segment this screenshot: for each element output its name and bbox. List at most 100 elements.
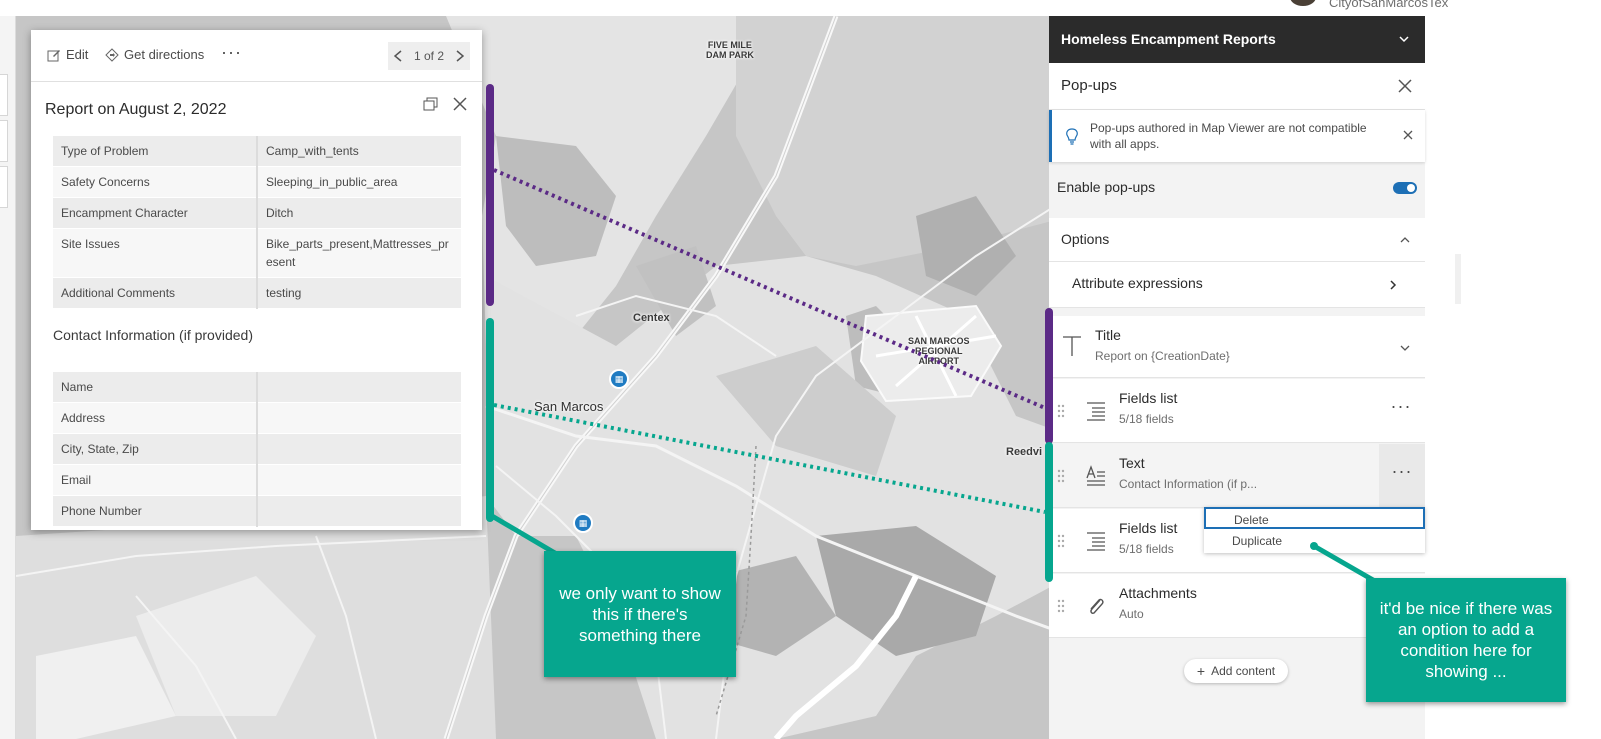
fields-list-icon (1087, 532, 1105, 551)
more-actions-icon[interactable]: ··· (221, 42, 242, 63)
map-label-reedville: Reedvi (1006, 446, 1043, 458)
toolbar-tab[interactable] (0, 74, 8, 116)
map-label-five-mile-dam-park: FIVE MILE DAM PARK (706, 40, 754, 60)
table-row: City, State, Zip (53, 433, 461, 465)
avatar[interactable] (1290, 0, 1316, 6)
enable-popups-toggle[interactable] (1393, 182, 1417, 194)
delete-menu-item[interactable]: Delete (1204, 507, 1425, 529)
title-text-icon (1063, 336, 1081, 356)
attribute-expressions-row[interactable]: Attribute expressions (1049, 262, 1425, 308)
map-label-san-marcos: San Marcos (534, 399, 604, 414)
compatibility-notice: Pop-ups authored in Map Viewer are not c… (1049, 110, 1425, 162)
field-label: Type of Problem (53, 136, 258, 167)
field-value (257, 433, 461, 465)
chevron-right-icon[interactable] (1387, 279, 1399, 291)
field-label: Email (53, 464, 258, 496)
close-icon[interactable] (452, 96, 468, 112)
enable-popups-label: Enable pop-ups (1057, 179, 1156, 195)
field-label: Site Issues (53, 228, 258, 278)
duplicate-menu-item[interactable]: Duplicate (1204, 530, 1425, 552)
drag-handle-icon[interactable] (1057, 598, 1065, 614)
feature-popup: Edit Get directions ··· 1 of 2 Report on… (31, 30, 482, 530)
attribute-expressions-label: Attribute expressions (1072, 275, 1203, 291)
options-section-header[interactable]: Options (1049, 218, 1425, 262)
top-bar: CityofSanMarcosTex (0, 0, 1601, 16)
toolbar-block (1455, 254, 1461, 304)
annotation-callout-right: it'd be nice if there was an option to a… (1366, 578, 1566, 702)
layer-header[interactable]: Homeless Encampment Reports (1049, 16, 1425, 63)
fields-list-icon (1087, 402, 1105, 421)
edit-icon (47, 49, 60, 61)
plus-icon: + (1196, 663, 1206, 679)
left-toolbar-edge (0, 16, 16, 739)
field-value: Sleeping_in_public_area (257, 166, 461, 198)
user-name[interactable]: CityofSanMarcosTex (1329, 0, 1448, 10)
pagination: 1 of 2 (388, 42, 470, 70)
drag-handle-icon[interactable] (1057, 403, 1065, 419)
field-label: Name (53, 372, 258, 403)
directions-icon (105, 47, 119, 62)
add-content-button[interactable]: + Add content (1184, 659, 1288, 683)
element-subtitle: 5/18 fields (1119, 412, 1174, 426)
field-value: Ditch (257, 197, 461, 229)
toolbar-tab[interactable] (0, 166, 8, 208)
get-directions-label: Get directions (124, 47, 205, 62)
field-label: Address (53, 402, 258, 434)
field-label: Phone Number (53, 495, 258, 527)
table-row: Type of Problem Camp_with_tents (53, 136, 461, 167)
element-name: Title (1095, 327, 1121, 343)
popups-panel-header: Pop-ups (1049, 63, 1425, 110)
report-marker-icon[interactable]: ▦ (609, 369, 629, 389)
edit-button[interactable]: Edit (47, 47, 88, 62)
edit-label: Edit (66, 47, 89, 62)
toolbar-tab[interactable] (0, 120, 8, 162)
previous-feature-icon[interactable] (394, 50, 402, 62)
field-label: Encampment Character (53, 197, 258, 229)
field-value: testing (257, 277, 461, 309)
chevron-down-icon[interactable] (1397, 32, 1411, 46)
chevron-up-icon[interactable] (1399, 234, 1411, 246)
drag-handle-icon[interactable] (1057, 468, 1065, 484)
popup-title: Report on August 2, 2022 (45, 101, 227, 118)
popup-action-bar: Edit Get directions ··· 1 of 2 (31, 30, 482, 82)
table-row: Email (53, 464, 461, 496)
map-label-airport: SAN MARCOS REGIONAL AIRPORT (908, 336, 970, 366)
field-value (257, 464, 461, 496)
element-subtitle: Contact Information (if p... (1119, 477, 1258, 491)
panel-title: Pop-ups (1061, 77, 1117, 94)
text-element[interactable]: Text Contact Information (if p... ··· (1049, 444, 1425, 508)
element-name: Attachments (1119, 585, 1197, 601)
more-options-icon[interactable]: ··· (1379, 444, 1425, 508)
enable-popups-row: Enable pop-ups (1049, 170, 1425, 210)
text-content-icon (1086, 465, 1105, 486)
paperclip-icon (1090, 598, 1104, 614)
element-subtitle: Auto (1119, 607, 1144, 621)
report-marker-icon[interactable]: ▦ (573, 513, 593, 533)
annotation-callout-left: we only want to show this if there's som… (544, 551, 736, 677)
drag-handle-icon[interactable] (1057, 533, 1065, 549)
get-directions-button[interactable]: Get directions (105, 47, 204, 62)
field-label: Safety Concerns (53, 166, 258, 198)
table-row: Name (53, 372, 461, 403)
fields-list-element[interactable]: Fields list 5/18 fields ··· (1049, 379, 1425, 443)
add-content-label: Add content (1211, 664, 1276, 678)
field-value: Camp_with_tents (257, 136, 461, 167)
next-feature-icon[interactable] (456, 50, 464, 62)
field-label: City, State, Zip (53, 433, 258, 465)
field-value (257, 402, 461, 434)
element-name: Text (1119, 455, 1145, 471)
dock-icon[interactable] (423, 96, 439, 112)
title-element[interactable]: Title Report on {CreationDate} (1049, 316, 1425, 378)
close-icon[interactable] (1403, 130, 1413, 140)
close-icon[interactable] (1397, 78, 1413, 94)
chevron-down-icon[interactable] (1399, 342, 1411, 354)
element-subtitle: 5/18 fields (1119, 542, 1174, 556)
element-subtitle: Report on {CreationDate} (1095, 349, 1230, 363)
pager-count: 1 of 2 (413, 49, 445, 63)
fields-table: Type of Problem Camp_with_tents Safety Co… (53, 136, 461, 309)
more-options-icon[interactable]: ··· (1389, 397, 1413, 421)
element-name: Fields list (1119, 520, 1178, 536)
table-row: Additional Comments testing (53, 277, 461, 309)
field-value (257, 495, 461, 527)
field-label: Additional Comments (53, 277, 258, 309)
